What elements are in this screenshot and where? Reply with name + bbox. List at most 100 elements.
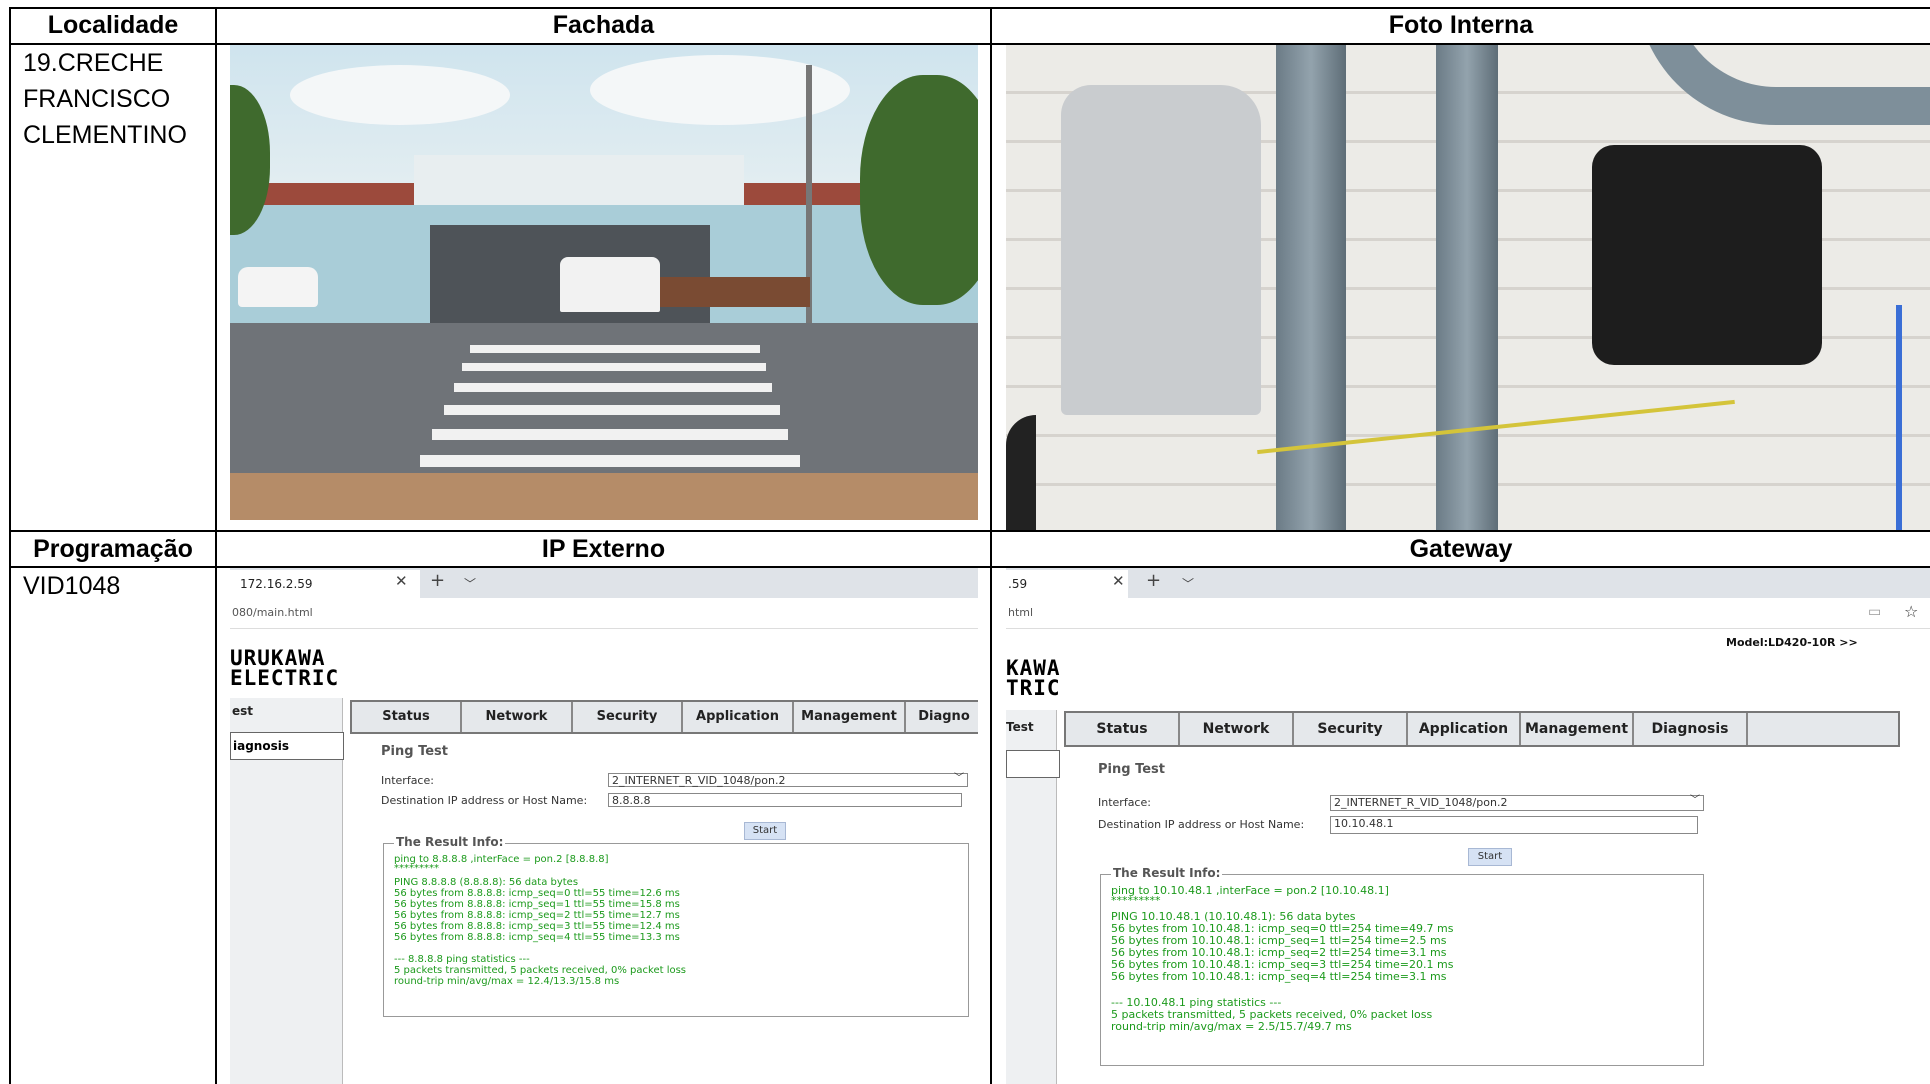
crosswalk-stripe [462, 363, 766, 371]
crosswalk-stripe [470, 345, 760, 353]
interface-select[interactable]: 2_INTERNET_R_VID_1048/pon.2 ﹀ [608, 773, 968, 787]
menu-security[interactable]: Security [1294, 713, 1408, 745]
result-line: --- 8.8.8.8 ping statistics --- [394, 954, 530, 965]
header-foto-interna: Foto Interna [1388, 11, 1534, 39]
tab-title: 172.16.2.59 [240, 577, 313, 591]
menu-status[interactable]: Status [1066, 713, 1180, 745]
chevron-down-icon: ﹀ [954, 773, 964, 784]
top-menu: Status Network Security Application Mana… [350, 700, 978, 734]
nav-item-diagnosis[interactable] [1006, 750, 1060, 778]
chevron-down-icon[interactable]: ﹀ [464, 575, 476, 592]
result-line: 56 bytes from 8.8.8.8: icmp_seq=1 ttl=55… [394, 899, 680, 910]
result-line: 56 bytes from 8.8.8.8: icmp_seq=2 ttl=55… [394, 910, 680, 921]
start-button[interactable]: Start [744, 822, 786, 840]
programacao-value: VID1048 [23, 572, 121, 600]
result-line: PING 10.10.48.1 (10.10.48.1): 56 data by… [1111, 910, 1356, 923]
result-line: 5 packets transmitted, 5 packets receive… [394, 965, 687, 976]
photo-onu-device [1592, 145, 1822, 365]
result-line: 56 bytes from 10.10.48.1: icmp_seq=1 ttl… [1111, 934, 1447, 947]
result-line: round-trip min/avg/max = 12.4/13.3/15.8 … [394, 976, 620, 987]
header-localidade: Localidade [47, 11, 179, 39]
photo-pipe-1 [1276, 45, 1346, 530]
menu-diagnosis[interactable]: Diagno [906, 702, 978, 732]
photo-junction-box [1061, 85, 1261, 415]
result-line: --- 10.10.48.1 ping statistics --- [1111, 996, 1282, 1009]
result-line: round-trip min/avg/max = 2.5/15.7/49.7 m… [1111, 1020, 1352, 1033]
nav-diagnosis-label: iagnosis [233, 739, 289, 753]
header-programacao: Programação [33, 535, 193, 563]
start-button[interactable]: Start [1468, 848, 1512, 866]
nav-item-test[interactable]: est [232, 704, 253, 718]
destination-label: Destination IP address or Host Name: [381, 794, 588, 807]
localidade-line-3: CLEMENTINO [23, 121, 187, 149]
crosswalk-stripe [454, 383, 772, 392]
crosswalk-stripe [444, 405, 780, 415]
header-ip-externo: IP Externo [541, 535, 666, 563]
photo-cloud [290, 65, 510, 125]
chevron-down-icon: ﹀ [1690, 795, 1700, 806]
interface-select[interactable]: 2_INTERNET_R_VID_1048/pon.2 ﹀ [1330, 795, 1704, 811]
result-line: 56 bytes from 10.10.48.1: icmp_seq=4 ttl… [1111, 970, 1447, 983]
menu-network[interactable]: Network [462, 702, 573, 732]
interface-label: Interface: [381, 774, 434, 787]
nav-item-test[interactable]: Test [1006, 720, 1034, 734]
result-line: 56 bytes from 10.10.48.1: icmp_seq=0 ttl… [1111, 922, 1454, 935]
photo-entrance [414, 155, 744, 205]
ping-test-title: Ping Test [1098, 762, 1165, 777]
close-icon[interactable]: ✕ [395, 572, 408, 590]
photo-truck-bed [660, 277, 810, 307]
destination-label: Destination IP address or Host Name: [1098, 818, 1305, 831]
chevron-down-icon[interactable]: ﹀ [1182, 575, 1194, 592]
close-icon[interactable]: ✕ [1112, 572, 1125, 590]
result-line: 56 bytes from 8.8.8.8: icmp_seq=3 ttl=55… [394, 921, 680, 932]
photo-cable-blue [1896, 305, 1902, 530]
fachada-photo [230, 45, 978, 520]
result-line: PING 8.8.8.8 (8.8.8.8): 56 data bytes [394, 877, 579, 888]
photo-truck-cab [560, 257, 660, 312]
destination-input[interactable]: 10.10.48.1 [1330, 816, 1698, 834]
photo-sidewalk [230, 473, 978, 520]
header-gateway: Gateway [1409, 535, 1513, 563]
star-icon[interactable]: ☆ [1904, 602, 1918, 621]
menu-management[interactable]: Management [1521, 713, 1634, 745]
header-fachada: Fachada [552, 11, 655, 39]
photo-pipe-2 [1436, 45, 1498, 530]
result-info-box: The Result Info: ping to 10.10.48.1 ,int… [1100, 866, 1704, 1066]
address-bar[interactable]: 080/main.html [230, 598, 978, 629]
nav-item-diagnosis[interactable]: iagnosis [230, 732, 344, 760]
result-line: 5 packets transmitted, 5 packets receive… [1111, 1008, 1433, 1021]
model-label: Model:LD420-10R >> [1726, 636, 1858, 649]
ping-test-title: Ping Test [381, 744, 448, 759]
menu-management[interactable]: Management [794, 702, 906, 732]
menu-network[interactable]: Network [1180, 713, 1294, 745]
crosswalk-stripe [432, 429, 788, 440]
reader-view-icon[interactable]: ▭ [1868, 604, 1881, 620]
interface-label: Interface: [1098, 796, 1151, 809]
top-menu: Status Network Security Application Mana… [1064, 711, 1900, 747]
result-info-legend: The Result Info: [394, 835, 506, 849]
menu-diagnosis[interactable]: Diagnosis [1634, 713, 1748, 745]
browser-tabbar: 172.16.2.59 ✕ + ﹀ [230, 568, 978, 598]
interface-select-value: 2_INTERNET_R_VID_1048/pon.2 [1334, 796, 1508, 809]
gateway-screenshot: .59 ✕ + ﹀ html ▭ ☆ Model:LD420-10R >> KA… [1006, 568, 1930, 1084]
result-line: ********* [394, 863, 439, 874]
brand-logo-line-2: TRIC [1006, 676, 1061, 700]
result-line: 56 bytes from 8.8.8.8: icmp_seq=4 ttl=55… [394, 932, 680, 943]
report-table: Localidade Fachada Foto Interna 19.CRECH… [0, 0, 1930, 1084]
menu-application[interactable]: Application [1408, 713, 1521, 745]
result-line: 56 bytes from 10.10.48.1: icmp_seq=3 ttl… [1111, 958, 1454, 971]
result-info-legend: The Result Info: [1111, 866, 1223, 880]
address-bar[interactable]: html [1006, 598, 1930, 629]
menu-security[interactable]: Security [573, 702, 683, 732]
new-tab-icon[interactable]: + [430, 570, 445, 591]
result-line: ********* [1111, 894, 1161, 907]
destination-input[interactable]: 8.8.8.8 [608, 793, 962, 807]
new-tab-icon[interactable]: + [1146, 570, 1161, 591]
menu-status[interactable]: Status [352, 702, 462, 732]
ip-externo-screenshot: 172.16.2.59 ✕ + ﹀ 080/main.html URUKAWA … [230, 568, 978, 1084]
menu-application[interactable]: Application [683, 702, 794, 732]
tab-title: .59 [1008, 577, 1028, 591]
browser-tab[interactable]: .59 [1006, 570, 1128, 598]
localidade-line-1: 19.CRECHE [23, 49, 164, 77]
browser-tab[interactable]: 172.16.2.59 [230, 570, 420, 598]
